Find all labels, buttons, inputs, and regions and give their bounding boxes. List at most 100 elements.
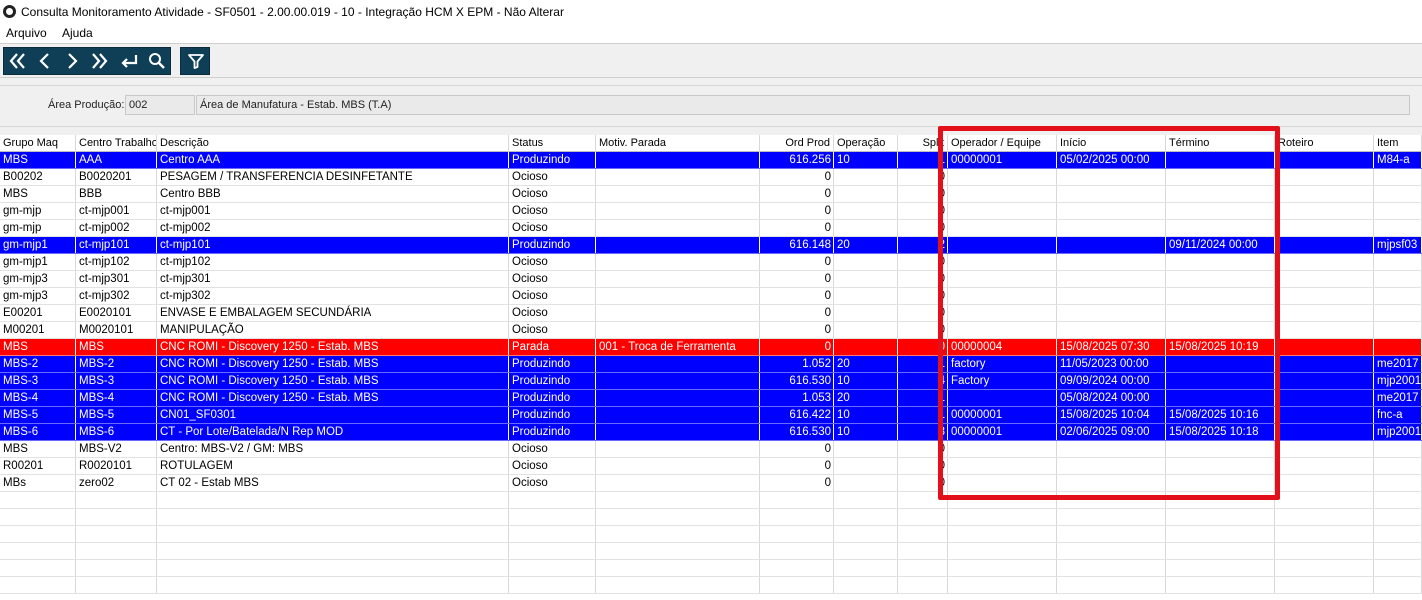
item-cell[interactable] — [1374, 254, 1422, 270]
termino-cell[interactable] — [1166, 322, 1275, 338]
inicio-cell[interactable]: 15/08/2025 07:30 — [1057, 339, 1166, 355]
descricao-cell[interactable]: Centro: MBS-V2 / GM: MBS — [157, 441, 509, 457]
operacao-cell[interactable]: 20 — [834, 390, 898, 406]
menu-ajuda[interactable]: Ajuda — [62, 26, 93, 40]
ord-prod-cell[interactable]: 1.053 — [760, 390, 834, 406]
status-cell[interactable]: Ocioso — [509, 169, 596, 185]
grupo-maq-cell[interactable]: MBS — [0, 339, 76, 355]
status-cell[interactable]: Produzindo — [509, 152, 596, 168]
split-cell[interactable]: 1 — [898, 152, 948, 168]
centro-trabalho-cell[interactable]: AAA — [76, 152, 157, 168]
descricao-cell[interactable]: CNC ROMI - Discovery 1250 - Estab. MBS — [157, 356, 509, 372]
grupo-maq-cell[interactable]: R00201 — [0, 458, 76, 474]
item-cell[interactable] — [1374, 458, 1422, 474]
roteiro-cell[interactable] — [1275, 475, 1374, 491]
motiv-parada-cell[interactable] — [596, 373, 760, 389]
ord-prod-cell[interactable]: 0 — [760, 203, 834, 219]
split-cell[interactable]: 0 — [898, 441, 948, 457]
operacao-cell[interactable]: 10 — [834, 373, 898, 389]
inicio-cell[interactable]: 15/08/2025 10:04 — [1057, 407, 1166, 423]
centro-trabalho-cell[interactable]: ct-mjp102 — [76, 254, 157, 270]
operacao-cell[interactable]: 20 — [834, 356, 898, 372]
status-cell[interactable]: Ocioso — [509, 220, 596, 236]
operacao-cell[interactable]: 10 — [834, 424, 898, 440]
termino-cell[interactable] — [1166, 356, 1275, 372]
ord-prod-cell[interactable]: 1.052 — [760, 356, 834, 372]
inicio-cell[interactable] — [1057, 458, 1166, 474]
split-cell[interactable]: 0 — [898, 322, 948, 338]
roteiro-cell[interactable] — [1275, 407, 1374, 423]
status-cell[interactable]: Ocioso — [509, 322, 596, 338]
grupo-maq-cell[interactable]: gm-mjp — [0, 220, 76, 236]
operador-equipe-cell[interactable] — [948, 220, 1057, 236]
table-row[interactable]: MBs zero02 CT 02 - Estab MBS Ocioso 0 0 — [0, 475, 1422, 492]
item-cell[interactable]: mjp2001 — [1374, 424, 1422, 440]
motiv-parada-cell[interactable] — [596, 424, 760, 440]
col-status-header[interactable]: Status — [509, 135, 596, 152]
col-ord-prod-header[interactable]: Ord Prod — [760, 135, 834, 152]
centro-trabalho-cell[interactable]: zero02 — [76, 475, 157, 491]
operacao-cell[interactable] — [834, 186, 898, 202]
motiv-parada-cell[interactable] — [596, 271, 760, 287]
split-cell[interactable]: 0 — [898, 305, 948, 321]
descricao-cell[interactable]: ct-mjp301 — [157, 271, 509, 287]
inicio-cell[interactable] — [1057, 220, 1166, 236]
centro-trabalho-cell[interactable]: MBS-V2 — [76, 441, 157, 457]
termino-cell[interactable] — [1166, 152, 1275, 168]
centro-trabalho-cell[interactable]: MBS-5 — [76, 407, 157, 423]
split-cell[interactable]: 0 — [898, 254, 948, 270]
roteiro-cell[interactable] — [1275, 288, 1374, 304]
centro-trabalho-cell[interactable]: ct-mjp301 — [76, 271, 157, 287]
col-item-header[interactable]: Item — [1374, 135, 1422, 152]
motiv-parada-cell[interactable] — [596, 356, 760, 372]
operacao-cell[interactable]: 10 — [834, 407, 898, 423]
grupo-maq-cell[interactable]: MBS-3 — [0, 373, 76, 389]
status-cell[interactable]: Parada — [509, 339, 596, 355]
operador-equipe-cell[interactable] — [948, 169, 1057, 185]
inicio-cell[interactable]: 11/05/2023 00:00 — [1057, 356, 1166, 372]
termino-cell[interactable] — [1166, 203, 1275, 219]
roteiro-cell[interactable] — [1275, 458, 1374, 474]
operador-equipe-cell[interactable]: 00000001 — [948, 152, 1057, 168]
split-cell[interactable]: 0 — [898, 186, 948, 202]
ord-prod-cell[interactable]: 616.530 — [760, 373, 834, 389]
split-cell[interactable]: 3 — [898, 424, 948, 440]
ord-prod-cell[interactable]: 0 — [760, 254, 834, 270]
inicio-cell[interactable] — [1057, 475, 1166, 491]
termino-cell[interactable] — [1166, 458, 1275, 474]
roteiro-cell[interactable] — [1275, 271, 1374, 287]
roteiro-cell[interactable] — [1275, 237, 1374, 253]
centro-trabalho-cell[interactable]: MBS-2 — [76, 356, 157, 372]
motiv-parada-cell[interactable] — [596, 237, 760, 253]
operador-equipe-cell[interactable]: factory — [948, 356, 1057, 372]
centro-trabalho-cell[interactable]: R0020101 — [76, 458, 157, 474]
item-cell[interactable] — [1374, 339, 1422, 355]
roteiro-cell[interactable] — [1275, 356, 1374, 372]
motiv-parada-cell[interactable] — [596, 305, 760, 321]
col-split-header[interactable]: Split — [898, 135, 948, 152]
grupo-maq-cell[interactable]: gm-mjp3 — [0, 288, 76, 304]
grupo-maq-cell[interactable]: E00201 — [0, 305, 76, 321]
roteiro-cell[interactable] — [1275, 203, 1374, 219]
inicio-cell[interactable]: 02/06/2025 09:00 — [1057, 424, 1166, 440]
operador-equipe-cell[interactable] — [948, 322, 1057, 338]
item-cell[interactable] — [1374, 322, 1422, 338]
termino-cell[interactable] — [1166, 475, 1275, 491]
centro-trabalho-cell[interactable]: MBS-6 — [76, 424, 157, 440]
table-row[interactable]: MBS AAA Centro AAA Produzindo 616.256 10 1 0000… — [0, 152, 1422, 169]
operador-equipe-cell[interactable] — [948, 441, 1057, 457]
status-cell[interactable]: Produzindo — [509, 390, 596, 406]
table-row[interactable]: MBS BBB Centro BBB Ocioso 0 0 — [0, 186, 1422, 203]
centro-trabalho-cell[interactable]: MBS-4 — [76, 390, 157, 406]
table-row[interactable]: E00201 E0020101 ENVASE E EMBALAGEM SECUNDÁ… — [0, 305, 1422, 322]
col-descricao-header[interactable]: Descrição — [157, 135, 509, 152]
grupo-maq-cell[interactable]: MBS-5 — [0, 407, 76, 423]
grupo-maq-cell[interactable]: gm-mjp3 — [0, 271, 76, 287]
operador-equipe-cell[interactable]: 00000004 — [948, 339, 1057, 355]
descricao-cell[interactable]: Centro AAA — [157, 152, 509, 168]
ord-prod-cell[interactable]: 616.422 — [760, 407, 834, 423]
centro-trabalho-cell[interactable]: E0020101 — [76, 305, 157, 321]
col-termino-header[interactable]: Término — [1166, 135, 1275, 152]
item-cell[interactable]: fnc-a — [1374, 407, 1422, 423]
split-cell[interactable]: 0 — [898, 458, 948, 474]
